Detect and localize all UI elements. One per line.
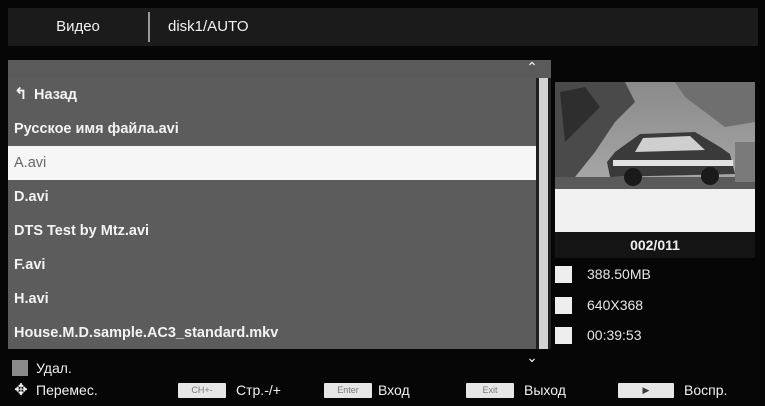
list-item[interactable]: H.avi xyxy=(8,282,536,316)
path-breadcrumb: disk1/AUTO xyxy=(168,18,249,35)
ch-key-icon: CH+- xyxy=(178,383,226,398)
list-item-label: House.M.D.sample.AC3_standard.mkv xyxy=(14,325,279,341)
size-icon xyxy=(555,266,572,283)
exit-key-icon: Exit xyxy=(466,383,514,398)
enter-key-icon: Enter xyxy=(324,383,372,398)
file-counter: 002/011 xyxy=(555,232,755,258)
scrollbar-track[interactable] xyxy=(536,78,551,349)
enter-hint-label: Вход xyxy=(378,382,410,398)
video-resolution: 640X368 xyxy=(587,297,644,313)
list-item[interactable]: House.M.D.sample.AC3_standard.mkv xyxy=(8,316,536,350)
header-separator xyxy=(148,12,150,42)
list-item-label: D.avi xyxy=(14,189,49,205)
list-item[interactable]: D.avi xyxy=(8,180,536,214)
video-preview-thumbnail xyxy=(555,82,755,232)
list-item-selected[interactable]: A.avi xyxy=(8,146,536,180)
duration-icon xyxy=(555,327,572,344)
tab-video[interactable]: Видео xyxy=(8,8,148,46)
delete-label: Удал. xyxy=(36,360,72,376)
delete-key-icon xyxy=(12,360,28,376)
list-item-label: Русское имя файла.avi xyxy=(14,121,179,137)
list-item-label: F.avi xyxy=(14,257,46,273)
resolution-icon xyxy=(555,297,572,314)
info-resolution-row: 640X368 xyxy=(555,292,755,318)
header-bar: Видео disk1/AUTO xyxy=(8,8,758,46)
scroll-up-icon[interactable]: ⌃ xyxy=(512,58,552,78)
file-list: ↰ Назад Русское имя файла.avi A.avi D.avi… xyxy=(8,78,536,349)
list-item-label: H.avi xyxy=(14,291,49,307)
list-item-label: DTS Test by Mtz.avi xyxy=(14,223,150,239)
list-item[interactable]: F.avi xyxy=(8,248,536,282)
preview-image xyxy=(555,82,755,232)
play-hint-label: Воспр. xyxy=(684,382,728,398)
list-item[interactable]: Русское имя файла.avi xyxy=(8,112,536,146)
scroll-down-icon[interactable]: ⌄ xyxy=(512,349,552,367)
video-duration: 00:39:53 xyxy=(587,327,642,343)
move-arrows-icon: ✥ xyxy=(14,382,28,399)
move-hint-label: Перемес. xyxy=(36,382,98,398)
info-size-row: 388.50MB xyxy=(555,261,755,287)
info-duration-row: 00:39:53 xyxy=(555,322,755,348)
list-item-label: Назад xyxy=(34,87,77,103)
page-hint-label: Стр.-/+ xyxy=(236,382,281,398)
back-arrow-icon: ↰ xyxy=(14,86,28,103)
list-item-label: A.avi xyxy=(14,155,47,171)
scrollbar-thumb[interactable] xyxy=(539,78,548,349)
exit-hint-label: Выход xyxy=(524,382,566,398)
play-key-icon: ▶ xyxy=(618,383,674,398)
list-top-bar xyxy=(8,60,551,78)
list-item[interactable]: DTS Test by Mtz.avi xyxy=(8,214,536,248)
file-size: 388.50MB xyxy=(587,266,651,282)
list-item-back[interactable]: ↰ Назад xyxy=(8,78,536,112)
